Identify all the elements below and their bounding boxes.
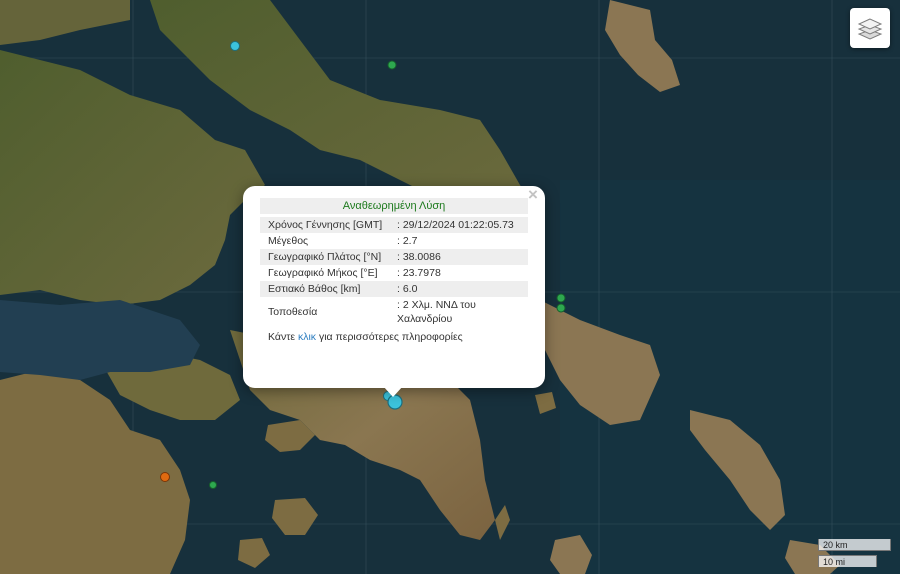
popup-content: Αναθεωρημένη Λύση Χρόνος Γέννησης [GMT] … (260, 198, 528, 343)
more-info-link[interactable]: κλικ (298, 331, 316, 343)
earthquake-info-table: Χρόνος Γέννησης [GMT] : 29/12/2024 01:22… (260, 217, 528, 327)
popup-title: Αναθεωρημένη Λύση (260, 198, 528, 214)
info-label: Γεωγραφικό Μήκος [°E] (268, 267, 378, 279)
info-value: : 6.0 (389, 281, 528, 297)
info-value: : 38.0086 (389, 249, 528, 265)
info-row: Χρόνος Γέννησης [GMT] : 29/12/2024 01:22… (260, 217, 528, 233)
info-value: : 29/12/2024 01:22:05.73 (389, 217, 528, 233)
info-row: Γεωγραφικό Μήκος [°E] : 23.7978 (260, 265, 528, 281)
quake-marker[interactable] (387, 60, 397, 70)
info-value: : 2.7 (397, 235, 418, 247)
scale-bar-km: 20 km (818, 539, 891, 551)
info-label: Τοποθεσία (268, 306, 318, 318)
layers-button[interactable] (850, 8, 890, 48)
info-row: Εστιακό Βάθος [km] : 6.0 (260, 281, 528, 297)
info-label: Γεωγραφικό Πλάτος [°N] (260, 249, 389, 265)
more-info-suffix: για περισσότερες πληροφορίες (316, 331, 463, 343)
layers-icon (857, 18, 883, 40)
info-row: Γεωγραφικό Πλάτος [°N] : 38.0086 (260, 249, 528, 265)
info-label: Χρόνος Γέννησης [GMT] (260, 217, 389, 233)
info-label: Εστιακό Βάθος [km] (260, 281, 389, 297)
info-label: Μέγεθος (268, 235, 309, 247)
info-row: Τοποθεσία : 2 Χλμ. ΝΝΔ του Χαλανδρίου (260, 297, 528, 327)
more-info-prefix: Κάντε (268, 331, 298, 343)
info-value: : 23.7978 (397, 267, 441, 279)
quake-marker[interactable] (209, 481, 217, 489)
popup-tip (383, 386, 403, 397)
info-row: Μέγεθος : 2.7 (260, 233, 528, 249)
info-value: : 2 Χλμ. ΝΝΔ του Χαλανδρίου (397, 299, 476, 325)
more-info-text: Κάντε κλικ για περισσότερες πληροφορίες (260, 331, 528, 343)
quake-marker[interactable] (556, 293, 566, 303)
scale-bar-mi: 10 mi (818, 555, 877, 567)
quake-marker-selected[interactable] (387, 394, 403, 410)
quake-marker[interactable] (160, 472, 170, 482)
quake-marker[interactable] (230, 41, 240, 51)
earthquake-popup: × Αναθεωρημένη Λύση Χρόνος Γέννησης [GMT… (243, 186, 545, 388)
quake-marker[interactable] (556, 303, 566, 313)
